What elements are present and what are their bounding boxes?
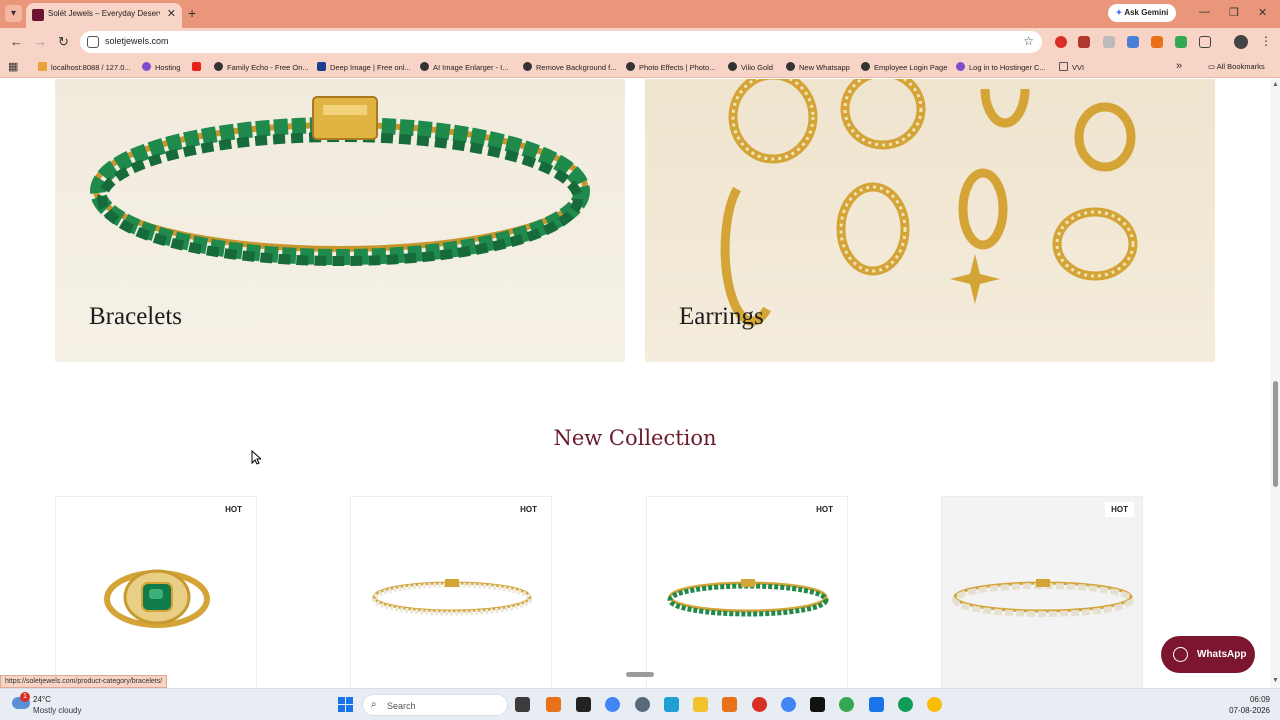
bookmark-item[interactable]: Hosting [142,62,180,72]
address-toolbar: ← → ↻ soletjewels.com ☆ ⋮ [0,28,1280,56]
bookmark-item[interactable] [192,62,205,72]
diamond-bracelet-image [371,579,533,616]
bookmark-item[interactable]: Log in to Hostinger C... [956,62,1046,72]
scroll-handle [626,672,654,677]
file-manager-icon[interactable] [515,697,530,712]
site-favicon-icon [32,9,44,21]
baguette-bracelet-image [952,579,1134,617]
scrollbar-thumb[interactable] [1273,381,1278,487]
restore-icon[interactable]: ❐ [1229,6,1239,19]
whatsapp-icon [1173,647,1188,662]
minimize-icon[interactable]: — [1199,6,1210,18]
site-info-icon[interactable] [87,36,99,48]
weather-badge: 1 [20,692,30,702]
new-collection-title: New Collection [553,426,717,450]
weather-condition: Mostly cloudy [33,706,82,715]
writer-icon[interactable] [576,697,591,712]
bookmark-item[interactable]: Employee Login Page [861,62,947,72]
bookmark-item[interactable]: AI Image Enlarger - I... [420,62,508,72]
address-bar[interactable]: soletjewels.com ☆ [80,31,1042,53]
status-link-preview: https://soletjewels.com/product-category… [0,675,168,688]
category-card-bracelets[interactable]: Bracelets [55,79,625,362]
more-bookmarks-icon[interactable]: » [1176,60,1182,72]
tab-title: Solét Jewels – Everyday Deserves [48,9,160,18]
apps-grid-icon[interactable]: ▦ [8,60,18,73]
bookmark-item[interactable]: localhost:8088 / 127.0... [38,62,131,72]
settings-gear-icon[interactable] [635,697,650,712]
bookmark-item[interactable]: Deep Image | Free onl... [317,62,411,72]
folder-icon[interactable] [693,697,708,712]
browser-tab[interactable]: Solét Jewels – Everyday Deserves ✕ [26,3,182,28]
browser-menu-icon[interactable]: ⋮ [1260,34,1272,48]
url-text: soletjewels.com [105,36,169,46]
chrome-profile-icon[interactable] [752,697,767,712]
page-viewport: Bracelets Earrings New Collection HOT HO… [0,79,1270,688]
scroll-down-icon[interactable]: ▼ [1272,677,1279,684]
xampp-icon[interactable] [546,697,561,712]
adblock-extension-icon[interactable] [1055,36,1067,48]
cloud-extension-icon[interactable] [1103,36,1115,48]
scroll-up-icon[interactable]: ▲ [1272,81,1279,88]
mouse-cursor-icon [251,450,261,465]
product-card[interactable]: HOT [646,496,848,688]
snipping-tool-icon[interactable] [664,697,679,712]
bookmark-item[interactable]: Photo Effects | Photo... [626,62,715,72]
extensions-puzzle-icon[interactable] [1199,36,1211,48]
product-card[interactable]: HOT [55,496,257,688]
bookmark-star-icon[interactable]: ☆ [1023,34,1034,48]
chrome-profile-icon[interactable] [927,697,942,712]
product-card[interactable]: HOT [941,496,1143,688]
category-label: Earrings [679,303,764,330]
bookmark-item[interactable]: VVI [1059,62,1084,72]
page-scrollbar[interactable]: ▲ ▼ [1270,79,1280,688]
category-label: Bracelets [89,303,183,330]
category-card-earrings[interactable]: Earrings [645,79,1215,362]
colorful-extension-icon[interactable] [1175,36,1187,48]
new-tab-button[interactable]: + [188,5,196,21]
bookmark-item[interactable]: Remove Background f... [523,62,616,72]
bookmark-item[interactable]: Vilio Gold [728,62,773,72]
weather-temp: 24°C [33,695,51,704]
clock-time: 06:09 [1249,695,1270,704]
emerald-tennis-bracelet-image [667,579,829,617]
tab-search-button[interactable]: ▾ [5,5,22,22]
profile-avatar[interactable] [1234,35,1248,49]
emerald-ring-image [104,569,210,628]
terminal-icon[interactable] [810,697,825,712]
browser-tab-strip: ▾ Solét Jewels – Everyday Deserves ✕ + ✦… [0,0,1280,28]
close-window-icon[interactable]: ✕ [1258,6,1267,19]
reload-icon[interactable]: ↻ [58,34,69,50]
xampp-icon[interactable] [722,697,737,712]
taskbar-search[interactable]: ⌕ Search [362,694,508,716]
chrome-profile-icon[interactable] [781,697,796,712]
back-icon[interactable]: ← [10,34,23,49]
windows-taskbar: 1 24°C Mostly cloudy ⌕ Search 06:09 07-0… [0,688,1280,720]
whatsapp-button[interactable]: WhatsApp [1161,636,1255,673]
gemini-label: Ask Gemini [1124,8,1169,17]
bookmark-item[interactable]: New Whatsapp [786,62,850,72]
screenshot-extension-icon[interactable] [1127,36,1139,48]
chrome-icon[interactable] [605,697,620,712]
bookmarks-bar: ▦ localhost:8088 / 127.0... Hosting Fami… [0,56,1280,78]
store-icon[interactable] [869,697,884,712]
close-tab-icon[interactable]: ✕ [167,7,176,20]
product-card[interactable]: HOT [350,496,552,688]
windows-start-icon[interactable] [338,697,354,713]
clock-date: 07-08-2026 [1229,706,1270,715]
chrome-profile-icon[interactable] [898,697,913,712]
megaphone-extension-icon[interactable] [1078,36,1090,48]
office-extension-icon[interactable] [1151,36,1163,48]
forward-icon[interactable]: → [34,34,47,49]
bookmark-item[interactable]: Family Echo - Free On... [214,62,309,72]
search-placeholder: Search [387,701,416,711]
gemini-icon: ✦ [1115,8,1123,17]
all-bookmarks-button[interactable]: ▭ All Bookmarks [1208,62,1265,71]
search-icon: ⌕ [371,699,377,710]
whatsapp-label: WhatsApp [1197,649,1247,660]
ask-gemini-button[interactable]: ✦ Ask Gemini [1108,4,1176,22]
chrome-profile-icon[interactable] [839,697,854,712]
